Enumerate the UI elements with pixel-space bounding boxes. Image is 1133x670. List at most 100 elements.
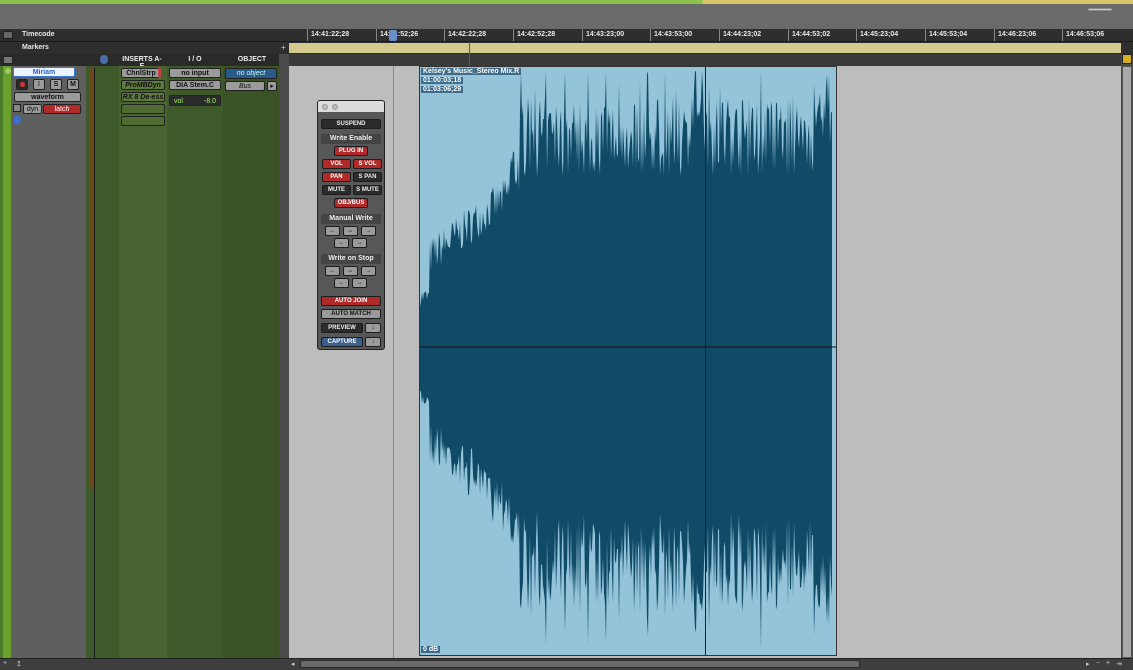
audio-clip[interactable]: Kelsey's Music_Stereo Mix.R 01:00:03;18 … bbox=[419, 66, 837, 656]
output-selector[interactable]: DIA Stem.C bbox=[169, 80, 221, 90]
insert-slot-e[interactable] bbox=[121, 116, 165, 126]
preview-button[interactable]: PREVIEW bbox=[321, 323, 363, 333]
zoom-out-icon[interactable]: − bbox=[1096, 660, 1100, 667]
ruler-tick: 14:41:22;28 bbox=[306, 29, 350, 41]
write-to-start-button[interactable]: ← bbox=[325, 226, 340, 236]
markers-ruler[interactable]: Markers + bbox=[0, 42, 1133, 54]
wos-all-button[interactable]: ↔ bbox=[343, 266, 358, 276]
mute-button[interactable]: M bbox=[67, 79, 79, 90]
span-write-button[interactable]: S PAN bbox=[353, 172, 382, 182]
manual-write-heading: Manual Write bbox=[321, 214, 381, 224]
left-arrow-icon: ← bbox=[329, 268, 336, 274]
grid-line bbox=[393, 66, 394, 658]
input-selector[interactable]: no input bbox=[169, 68, 221, 78]
io-header: I / O bbox=[188, 56, 202, 63]
timebase-icon[interactable] bbox=[13, 116, 21, 124]
playhead-handle-icon[interactable] bbox=[389, 30, 397, 41]
volume-display[interactable]: vol -8.0 bbox=[169, 95, 221, 106]
dyn-selector[interactable]: dyn bbox=[23, 104, 42, 114]
ruler-tick: 14:46:53;06 bbox=[1061, 29, 1105, 41]
solo-button[interactable]: S bbox=[50, 79, 62, 90]
ruler-tick: 14:45:53;04 bbox=[924, 29, 968, 41]
objbus-write-button[interactable]: OBJ/BUS bbox=[334, 198, 368, 208]
write-to-next-button[interactable]: → bbox=[352, 238, 367, 248]
insert-slot-b[interactable]: ProMBDyn bbox=[121, 80, 165, 90]
ruler-tick: 14:42:22;28 bbox=[443, 29, 487, 41]
clip-start-time: 01:00:03;18 bbox=[421, 77, 464, 84]
title-bar bbox=[0, 0, 1133, 29]
meter-divider bbox=[94, 68, 95, 658]
pan-write-button[interactable]: PAN bbox=[322, 172, 351, 182]
write-to-punch-button[interactable]: ← bbox=[334, 238, 349, 248]
object-header: OBJECT bbox=[237, 56, 267, 63]
ruler-tick: 14:41:52;26 bbox=[375, 29, 419, 41]
meter-column bbox=[86, 66, 119, 658]
track-list-menu-icon[interactable] bbox=[3, 56, 13, 64]
volume-value: -8.0 bbox=[204, 98, 217, 105]
upload-icon[interactable]: ↥ bbox=[16, 660, 22, 668]
window-control[interactable] bbox=[1088, 8, 1112, 11]
inserts-column bbox=[119, 66, 167, 658]
view-selector-icon[interactable] bbox=[100, 55, 108, 64]
playhead-line bbox=[469, 42, 470, 66]
bus-button[interactable]: Bus bbox=[225, 81, 265, 91]
automation-mode-selector[interactable]: latch bbox=[43, 104, 81, 114]
capture-button[interactable]: CAPTURE bbox=[321, 337, 363, 347]
mixer-scrollbar[interactable] bbox=[279, 54, 289, 658]
preview-punch-button[interactable]: ↓ bbox=[365, 323, 381, 333]
automation-window-titlebar[interactable] bbox=[318, 101, 384, 112]
wos-end-button[interactable]: → bbox=[361, 266, 376, 276]
vertical-scrollbar[interactable] bbox=[1121, 54, 1133, 658]
suspend-button[interactable]: SUSPEND bbox=[321, 119, 381, 129]
auto-match-button[interactable]: AUTO MATCH bbox=[321, 309, 381, 319]
scroll-left-icon[interactable]: ◂ bbox=[291, 660, 295, 668]
ruler-menu-icon[interactable] bbox=[3, 31, 13, 39]
ruler-tick: 14:45:23;04 bbox=[855, 29, 899, 41]
vertical-scroll-thumb[interactable] bbox=[1122, 66, 1132, 658]
wos-punch-button[interactable]: ← bbox=[334, 278, 349, 288]
ruler-tick: 14:42:52;28 bbox=[512, 29, 556, 41]
zoom-in-icon[interactable]: + bbox=[1106, 660, 1110, 667]
track-color-icon[interactable] bbox=[1122, 54, 1132, 64]
insert-slot-c[interactable]: RX 8 De-ess bbox=[121, 92, 165, 102]
right-arrow-icon: → bbox=[356, 280, 363, 286]
insert-slot-d[interactable] bbox=[121, 104, 165, 114]
scroll-right-icon[interactable]: ▸ bbox=[1086, 660, 1090, 668]
svol-write-button[interactable]: S VOL bbox=[353, 159, 382, 169]
horizontal-scroll-thumb[interactable] bbox=[300, 660, 860, 668]
mute-write-button[interactable]: MUTE bbox=[322, 185, 351, 195]
add-marker-icon[interactable]: + bbox=[281, 43, 286, 52]
add-track-icon[interactable]: + bbox=[3, 660, 7, 667]
expand-icon[interactable] bbox=[13, 104, 21, 112]
wos-next-button[interactable]: → bbox=[352, 278, 367, 288]
clip-gain[interactable]: 0 dB bbox=[421, 646, 441, 653]
insert-slot-a[interactable]: ChnlStrp bbox=[121, 68, 161, 78]
track-view-selector[interactable]: waveform bbox=[14, 92, 81, 102]
write-to-all-button[interactable]: ↔ bbox=[343, 226, 358, 236]
vol-write-button[interactable]: VOL bbox=[322, 159, 351, 169]
left-arrow-icon: ← bbox=[338, 240, 345, 246]
capture-punch-button[interactable]: ↓ bbox=[365, 337, 381, 347]
zoom-fit-icon[interactable]: ⇥ bbox=[1116, 660, 1122, 668]
automation-window: SUSPEND Write Enable PLUG IN VOL S VOL P… bbox=[317, 100, 385, 350]
plugin-write-button[interactable]: PLUG IN bbox=[334, 146, 368, 156]
record-button[interactable] bbox=[16, 79, 28, 90]
track-name-field[interactable]: Miriam bbox=[13, 67, 75, 77]
auto-join-button[interactable]: AUTO JOIN bbox=[321, 296, 381, 306]
both-arrow-icon: ↔ bbox=[347, 268, 354, 274]
track-active-icon[interactable] bbox=[5, 68, 11, 74]
object-selector[interactable]: no object bbox=[225, 68, 277, 79]
marker-lane[interactable] bbox=[289, 43, 1121, 53]
close-icon[interactable] bbox=[322, 104, 328, 110]
timecode-label: Timecode bbox=[22, 31, 55, 38]
bus-arrow-icon[interactable]: ▸ bbox=[267, 81, 277, 91]
timecode-ruler[interactable]: Timecode 14:41:22;28 14:41:52;26 14:42:2… bbox=[0, 29, 1133, 42]
smute-write-button[interactable]: S MUTE bbox=[353, 185, 382, 195]
left-arrow-icon: ← bbox=[338, 280, 345, 286]
write-to-end-button[interactable]: → bbox=[361, 226, 376, 236]
io-column bbox=[167, 66, 223, 658]
wos-start-button[interactable]: ← bbox=[325, 266, 340, 276]
input-monitor-button[interactable]: I bbox=[33, 79, 45, 90]
write-on-stop-heading: Write on Stop bbox=[321, 254, 381, 264]
minimize-icon[interactable] bbox=[332, 104, 338, 110]
